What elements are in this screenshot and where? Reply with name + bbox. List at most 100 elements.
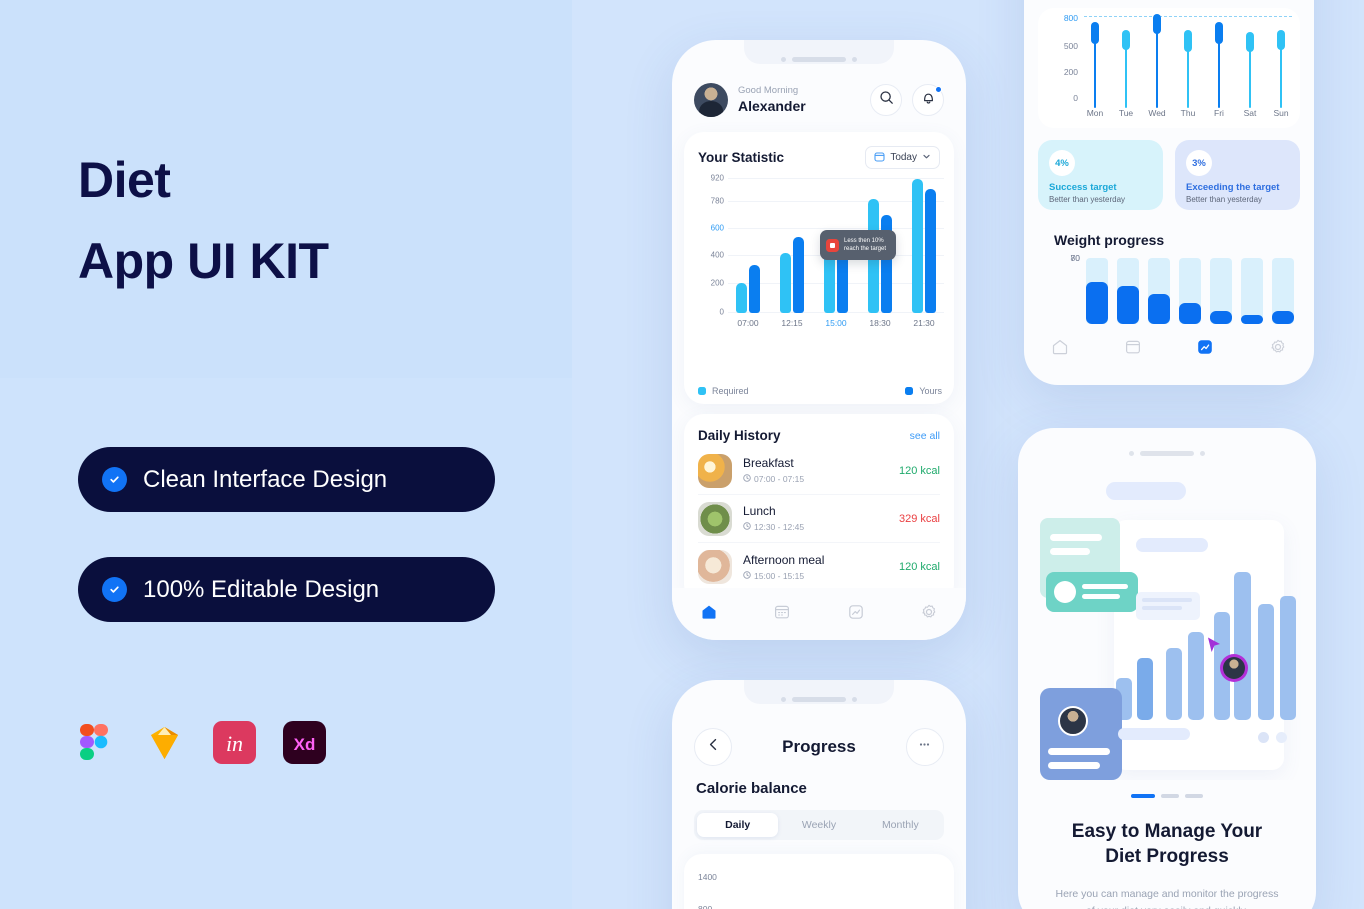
page-title: Diet App UI KIT (78, 152, 538, 290)
bar-group (904, 179, 944, 313)
meal-kcal: 120 kcal (899, 561, 940, 573)
meal-time: 07:00 - 07:15 (743, 474, 888, 485)
carousel-dots (1131, 794, 1203, 798)
bar-group (772, 237, 812, 313)
x-tick: Wed (1148, 108, 1166, 118)
x-tick: Tue (1118, 108, 1134, 118)
card-weekly-stats: 800 500 200 0 Mon Tue Wed Thu Fri Sat Su… (1024, 0, 1314, 385)
chart-legend: Required Yours (698, 386, 942, 396)
daily-history-card: Daily History see all Breakfast 07:00 - … (684, 414, 954, 604)
onboarding-title: Easy to Manage Your Diet Progress (1044, 820, 1290, 869)
legend-item-required: Required (698, 386, 749, 396)
x-tick: Thu (1180, 108, 1196, 118)
section-title: Calorie balance (696, 780, 807, 797)
hero-title-block: Diet App UI KIT (78, 152, 538, 290)
list-item[interactable]: Breakfast 07:00 - 07:15 120 kcal (698, 447, 940, 495)
weight-bar (1241, 258, 1263, 324)
y-tick: 800 (698, 904, 713, 909)
feature-badge-label: Clean Interface Design (143, 465, 388, 493)
calendar-tab[interactable] (773, 603, 791, 626)
x-tick: Sun (1273, 108, 1289, 118)
tab-monthly[interactable]: Monthly (860, 813, 941, 837)
figma-logo (70, 718, 119, 767)
y-tick: 0 (719, 307, 724, 317)
weight-bar (1210, 258, 1232, 324)
illustration-bar (1137, 658, 1153, 720)
home-tab[interactable] (1051, 338, 1069, 361)
x-axis: Mon Tue Wed Thu Fri Sat Sun (1084, 108, 1292, 118)
status-bar (672, 686, 966, 712)
feature-badge-clean-interface[interactable]: Clean Interface Design (78, 447, 495, 512)
chart-plot-area: Less then 10% reach the target (728, 178, 944, 313)
tool-logo-row: in Xd (70, 718, 329, 767)
notifications-button[interactable] (912, 84, 944, 116)
bar-group (728, 265, 768, 313)
search-icon (879, 90, 894, 110)
tab-weekly[interactable]: Weekly (778, 813, 859, 837)
y-tick: 1400 (698, 872, 717, 882)
statistic-card: Your Statistic Today 920 780 600 400 200… (684, 132, 954, 404)
date-filter-dropdown[interactable]: Today (865, 146, 940, 169)
stat-card-success-target[interactable]: 4% Success target Better than yesterday (1038, 140, 1163, 210)
avatar[interactable] (694, 83, 728, 117)
weight-bar (1272, 258, 1294, 324)
meal-kcal: 120 kcal (899, 464, 940, 477)
notification-badge (935, 86, 942, 93)
y-axis: 920 780 600 400 200 0 (698, 174, 724, 317)
adobe-xd-logo: Xd (280, 718, 329, 767)
greeting-text: Good Morning (738, 85, 799, 97)
spike-series (1084, 8, 1292, 108)
home-tab[interactable] (700, 603, 718, 626)
statistic-header: Your Statistic Today (698, 146, 940, 169)
bell-icon (921, 90, 936, 110)
carousel-dot[interactable] (1185, 794, 1203, 798)
title-line-2: App UI KIT (78, 233, 329, 289)
stat-card-exceeding-target[interactable]: 3% Exceeding the target Better than yest… (1175, 140, 1300, 210)
calendar-tab[interactable] (1124, 338, 1142, 361)
see-all-link[interactable]: see all (910, 430, 940, 442)
history-title: Daily History (698, 428, 781, 443)
card-onboarding: Easy to Manage Your Diet Progress Here y… (1018, 428, 1316, 909)
chart-plot-area (1084, 8, 1292, 108)
weight-bar (1148, 258, 1170, 324)
spike-column (1239, 8, 1261, 108)
list-item[interactable]: Afternoon meal 15:00 - 15:15 120 kcal (698, 543, 940, 591)
tooltip-line-1: Less then 10% (844, 237, 884, 244)
y-tick: 200 (1063, 67, 1078, 77)
poster-stage: Diet App UI KIT Clean Interface Design 1… (0, 0, 1364, 909)
stat-card-row: 4% Success target Better than yesterday … (1038, 140, 1300, 210)
settings-tab[interactable] (1269, 338, 1287, 361)
list-item[interactable]: Lunch 12:30 - 12:45 329 kcal (698, 495, 940, 543)
carousel-dot[interactable] (1161, 794, 1179, 798)
tab-daily[interactable]: Daily (697, 813, 779, 837)
phone-progress-screen: Progress Calorie balance Daily Weekly Mo… (672, 680, 966, 909)
stats-tab[interactable] (1196, 338, 1214, 361)
weight-progress-title: Weight progress (1054, 232, 1165, 248)
stat-title: Success target (1049, 182, 1117, 193)
status-bar (672, 46, 966, 72)
search-button[interactable] (870, 84, 902, 116)
settings-tab[interactable] (920, 603, 938, 626)
back-button[interactable] (694, 728, 732, 766)
legend-label: Yours (919, 386, 942, 396)
carousel-dot-active[interactable] (1131, 794, 1155, 798)
y-tick: 500 (1063, 41, 1078, 51)
sketch-logo (140, 718, 189, 767)
y-tick-highlight: 600 (710, 223, 724, 233)
y-tick: 200 (710, 278, 724, 288)
stat-title: Exceeding the target (1186, 182, 1280, 193)
invision-logo: in (210, 718, 259, 767)
bottom-tab-bar (672, 588, 966, 640)
illustration-avatar-cursor (1220, 654, 1248, 682)
spike-column (1084, 8, 1106, 108)
more-button[interactable] (905, 728, 944, 766)
user-name: Alexander (738, 97, 806, 114)
illustration-shape (1050, 534, 1102, 541)
stat-percent: 3% (1186, 150, 1212, 176)
y-tick: 920 (710, 173, 724, 183)
illustration-bar (1234, 572, 1251, 720)
onboarding-title-line-2: Diet Progress (1105, 845, 1229, 867)
feature-badge-editable[interactable]: 100% Editable Design (78, 557, 495, 622)
clock-icon (743, 522, 751, 533)
stats-tab[interactable] (847, 603, 865, 626)
